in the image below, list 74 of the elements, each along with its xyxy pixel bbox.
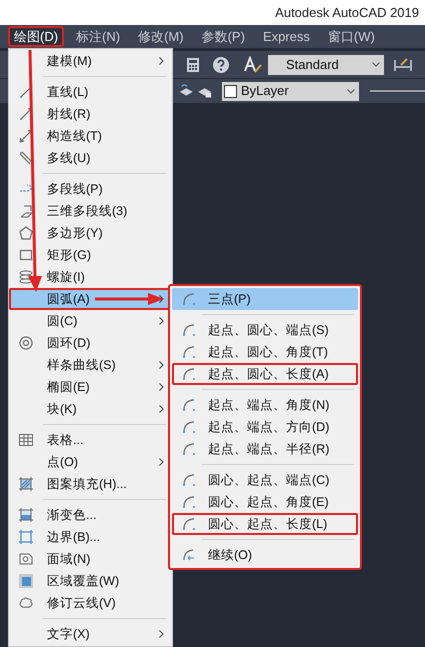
menu-item[interactable]: 面域(N) — [9, 548, 172, 570]
menu-item[interactable]: 构造线(T) — [9, 125, 172, 147]
menu-item[interactable]: 边界(B)... — [9, 526, 172, 548]
arc-icon — [181, 419, 197, 435]
arc-icon — [181, 366, 197, 382]
parallel-lines-icon — [18, 150, 34, 166]
menu-item[interactable]: 圆心、起点、端点(C) — [172, 469, 358, 491]
menu-item[interactable]: 图案填充(H)... — [9, 473, 172, 495]
menu-item[interactable]: 三点(P) — [172, 288, 358, 310]
arc-icon — [181, 344, 197, 360]
arc-icon — [181, 516, 197, 532]
menu-item[interactable]: 继续(O) — [172, 544, 358, 566]
menu-item[interactable]: 直线(L) — [9, 81, 172, 103]
help-icon[interactable] — [212, 56, 230, 74]
region-icon — [18, 551, 34, 567]
arc-icon — [181, 441, 197, 457]
menu-item[interactable]: 射线(R) — [9, 103, 172, 125]
text-style-icon[interactable] — [243, 56, 263, 74]
menu-item[interactable]: 起点、圆心、长度(A) — [172, 363, 358, 385]
menu-item[interactable]: 绘图(D) — [8, 26, 64, 47]
menu-item[interactable]: 矩形(G) — [9, 244, 172, 266]
menu-item[interactable]: 起点、圆心、角度(T) — [172, 341, 358, 363]
menu-item[interactable]: 修改(M) — [132, 26, 190, 47]
annotation-arrow — [95, 293, 164, 305]
calculator-icon[interactable] — [185, 56, 201, 72]
3d-polyline-icon — [18, 203, 34, 219]
menu-item[interactable]: 圆心、起点、角度(E) — [172, 491, 358, 513]
rectangle-icon — [18, 247, 34, 263]
menu-item[interactable]: Express — [256, 26, 316, 47]
text-style-dropdown[interactable]: Standard — [268, 54, 384, 74]
donut-icon — [18, 335, 34, 351]
window-title: Autodesk AutoCAD 2019 — [275, 4, 419, 22]
menu-item[interactable]: 椭圆(E) — [9, 376, 172, 398]
color-dropdown[interactable]: ByLayer — [222, 82, 359, 100]
cloud-icon — [18, 595, 34, 611]
menu-item[interactable]: 点(O) — [9, 451, 172, 473]
menu-item[interactable]: 表格... — [9, 429, 172, 451]
helix-icon — [18, 269, 34, 285]
wipeout-icon — [18, 573, 34, 589]
hatch-icon — [18, 476, 34, 492]
layer-tools-icon[interactable] — [178, 83, 213, 99]
boundary-icon — [18, 529, 34, 545]
menu-item[interactable]: 起点、端点、角度(N) — [172, 394, 358, 416]
menu-item[interactable]: 参数(P) — [196, 26, 251, 47]
gradient-icon — [18, 507, 34, 523]
menu-item[interactable]: 起点、端点、方向(D) — [172, 416, 358, 438]
menu-item[interactable]: 圆心、起点、长度(L) — [172, 513, 358, 535]
menu-item[interactable]: 标注(N) — [70, 26, 126, 47]
menu-item[interactable]: 块(K) — [9, 398, 172, 420]
dimension-style-icon[interactable] — [393, 56, 413, 72]
menu-item[interactable]: 起点、圆心、端点(S) — [172, 319, 358, 341]
menu-item[interactable]: 修订云线(V) — [9, 592, 172, 614]
menu-item[interactable]: 多线(U) — [9, 147, 172, 169]
menu-item[interactable]: 区域覆盖(W) — [9, 570, 172, 592]
arc-continue-icon — [181, 547, 197, 563]
menu-item[interactable]: 样条曲线(S) — [9, 354, 172, 376]
menu-item[interactable]: 螺旋(I) — [9, 266, 172, 288]
arc-icon — [181, 322, 197, 338]
arc-icon — [181, 494, 197, 510]
arc-icon — [181, 472, 197, 488]
menu-item[interactable]: 起点、端点、半径(R) — [172, 438, 358, 460]
menu-item[interactable]: 圆环(D) — [9, 332, 172, 354]
menu-item[interactable]: 建模(M) — [9, 50, 172, 72]
polygon-icon — [18, 225, 34, 241]
table-icon — [18, 432, 34, 448]
arc-icon — [181, 291, 197, 307]
menu-item[interactable]: 窗口(W) — [322, 26, 381, 47]
menu-item[interactable]: 多段线(P) — [9, 178, 172, 200]
menu-item[interactable]: 文字(X) — [9, 623, 172, 645]
menu-item[interactable]: 多边形(Y) — [9, 222, 172, 244]
menu-item[interactable]: 圆(C) — [9, 310, 172, 332]
menu-item[interactable]: 三维多段线(3) — [9, 200, 172, 222]
menu-item[interactable]: 渐变色... — [9, 504, 172, 526]
arc-icon — [181, 397, 197, 413]
